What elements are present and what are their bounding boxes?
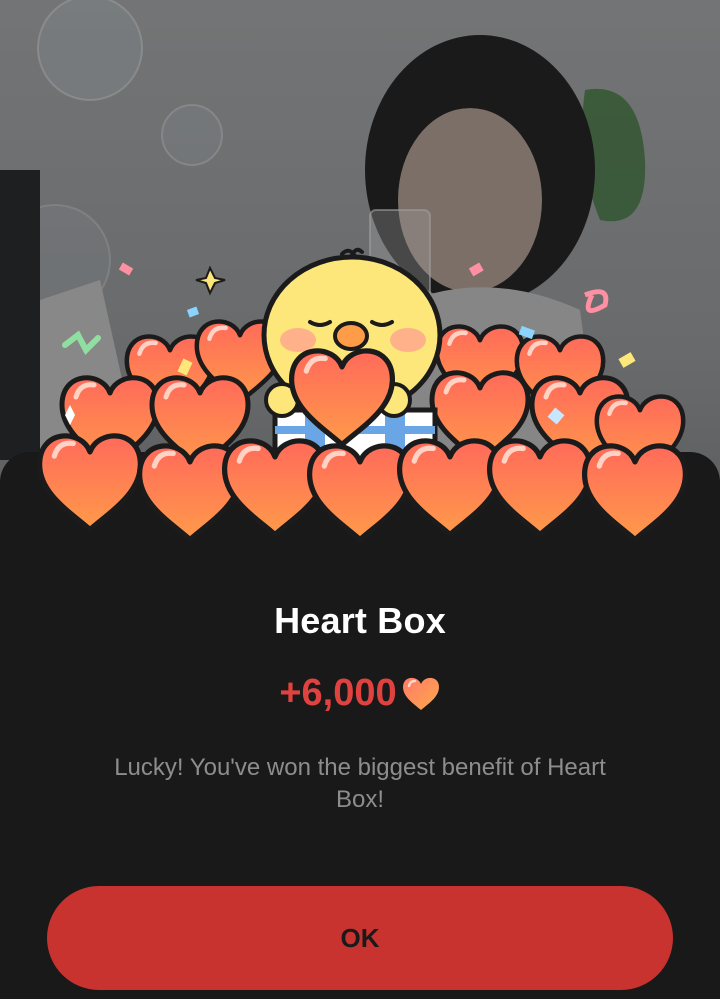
heart-box-illustration bbox=[20, 247, 700, 560]
reward-message: Lucky! You've won the biggest benefit of… bbox=[114, 754, 606, 813]
dialog-title: Heart Box bbox=[274, 600, 446, 641]
reward-amount: +6,000 bbox=[279, 672, 397, 714]
heart-box-screen: Heart Box +6,000 Lucky! You've won the b… bbox=[0, 0, 720, 999]
ok-button[interactable]: OK bbox=[47, 886, 673, 990]
heart-icon bbox=[402, 677, 439, 710]
reward-amount-row: +6,000 bbox=[0, 672, 720, 715]
